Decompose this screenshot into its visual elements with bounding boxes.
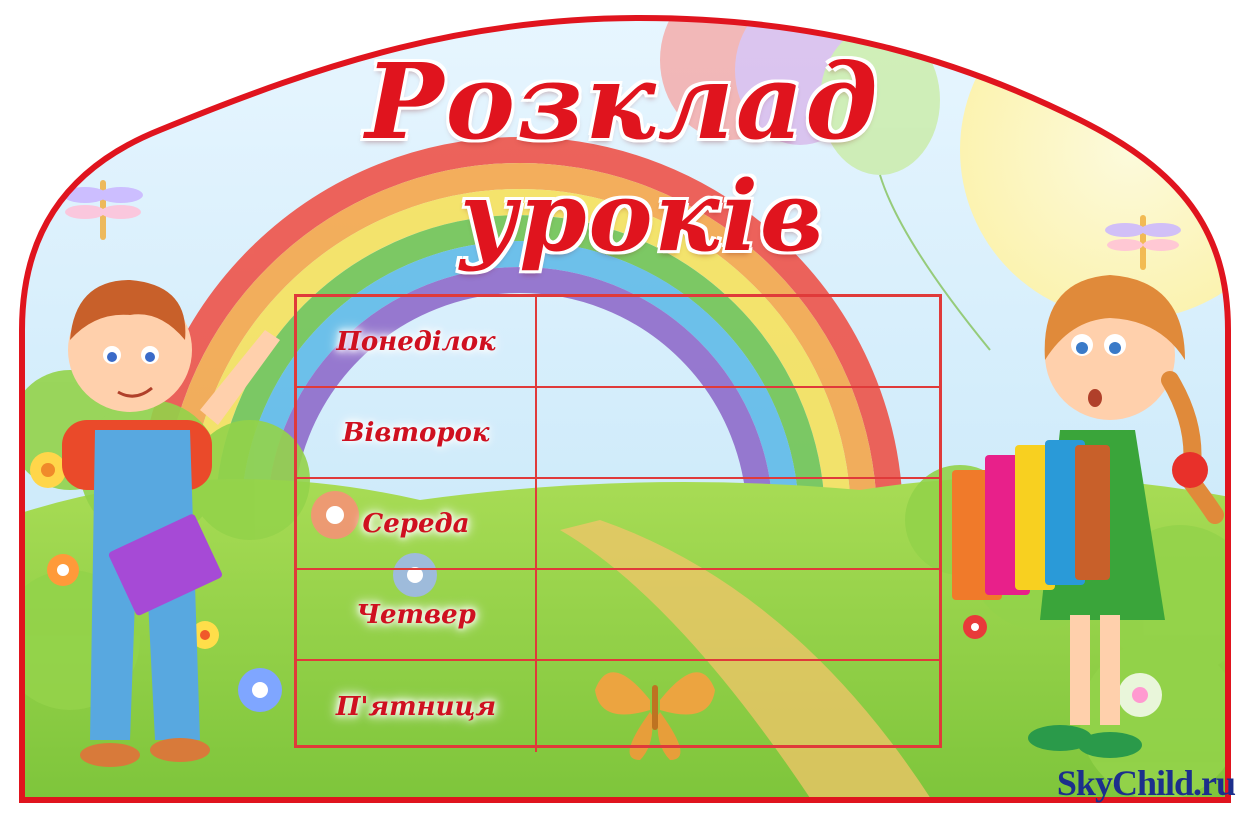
day-label-thursday: Четвер	[356, 599, 476, 630]
lesson-cell-friday[interactable]	[537, 661, 939, 752]
lesson-cell-monday[interactable]	[537, 297, 939, 386]
lesson-cell-thursday[interactable]	[537, 570, 939, 659]
schedule-table: Понеділок Вівторок Середа Четвер П'ятниц…	[294, 294, 942, 752]
day-label-tuesday: Вівторок	[342, 417, 490, 448]
schedule-row-monday: Понеділок	[297, 297, 939, 388]
poster-title-line-1: Розклад	[365, 40, 880, 163]
watermark: SkyChild.ru	[1056, 763, 1236, 803]
day-cell: Понеділок	[297, 297, 537, 386]
poster-title-line-2: уроків	[459, 160, 826, 273]
day-cell: Четвер	[297, 570, 537, 659]
day-label-monday: Понеділок	[336, 326, 496, 357]
schedule-row-friday: П'ятниця	[297, 661, 939, 752]
lesson-cell-tuesday[interactable]	[537, 388, 939, 477]
day-cell: Вівторок	[297, 388, 537, 477]
lesson-cell-wednesday[interactable]	[537, 479, 939, 568]
schedule-row-tuesday: Вівторок	[297, 388, 939, 479]
day-label-friday: П'ятниця	[335, 691, 497, 722]
day-cell: П'ятниця	[297, 661, 537, 752]
schedule-row-wednesday: Середа	[297, 479, 939, 570]
day-label-wednesday: Середа	[362, 508, 470, 539]
schedule-row-thursday: Четвер	[297, 570, 939, 661]
day-cell: Середа	[297, 479, 537, 568]
